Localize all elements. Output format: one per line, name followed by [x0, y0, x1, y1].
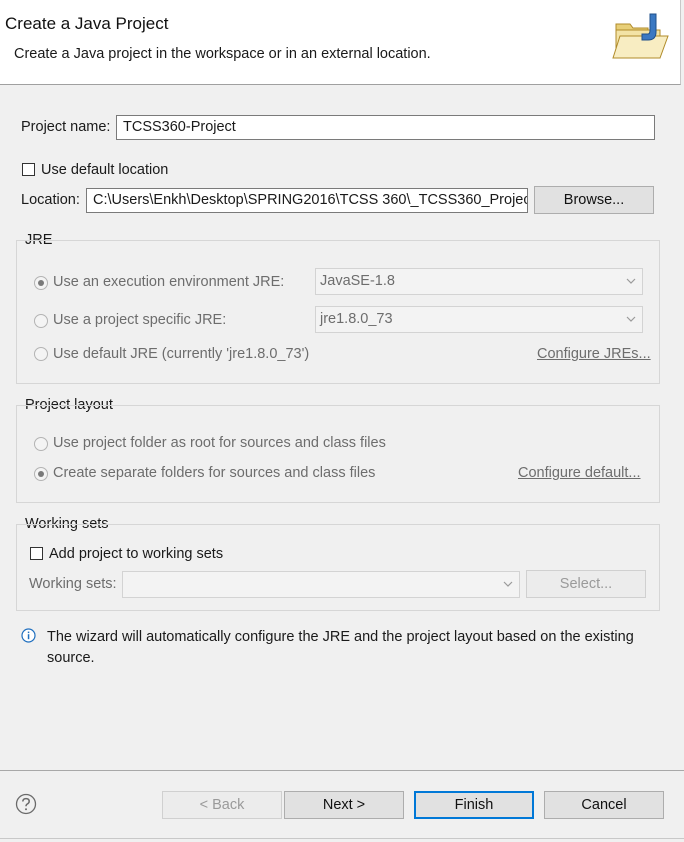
- jre-default-radio[interactable]: [34, 347, 48, 361]
- info-icon: [21, 628, 36, 643]
- layout-separate-label: Create separate folders for sources and …: [53, 465, 376, 481]
- back-button[interactable]: < Back: [162, 791, 282, 819]
- location-label: Location:: [21, 192, 80, 208]
- wizard-title: Create a Java Project: [5, 14, 169, 33]
- bottom-border: [0, 838, 684, 839]
- jre-specific-value: jre1.8.0_73: [320, 311, 393, 327]
- wizard-banner: [0, 0, 681, 85]
- help-icon[interactable]: [15, 793, 37, 815]
- java-project-wizard-icon: [610, 12, 670, 64]
- info-text-line2: source.: [47, 650, 95, 666]
- layout-root-radio[interactable]: [34, 437, 48, 451]
- jre-env-combo[interactable]: JavaSE-1.8: [315, 268, 643, 295]
- project-name-label: Project name:: [21, 119, 111, 135]
- info-text-line1: The wizard will automatically configure …: [47, 629, 634, 645]
- use-default-location-checkbox[interactable]: [22, 163, 35, 176]
- chevron-down-icon: [626, 316, 636, 322]
- cancel-button[interactable]: Cancel: [544, 791, 664, 819]
- jre-specific-label: Use a project specific JRE:: [53, 312, 227, 328]
- footer-separator: [0, 770, 684, 771]
- layout-separate-radio[interactable]: [34, 467, 48, 481]
- project-name-input[interactable]: TCSS360-Project: [116, 115, 655, 140]
- working-sets-combo[interactable]: [122, 571, 520, 598]
- jre-specific-combo[interactable]: jre1.8.0_73: [315, 306, 643, 333]
- chevron-down-icon: [503, 581, 513, 587]
- add-to-working-sets-label: Add project to working sets: [49, 546, 224, 562]
- add-to-working-sets-checkbox[interactable]: [30, 547, 43, 560]
- browse-button[interactable]: Browse...: [534, 186, 654, 214]
- configure-jres-link[interactable]: Configure JREs...: [537, 346, 651, 362]
- configure-default-link[interactable]: Configure default...: [518, 465, 641, 481]
- location-input[interactable]: C:\Users\Enkh\Desktop\SPRING2016\TCSS 36…: [86, 188, 528, 213]
- layout-root-label: Use project folder as root for sources a…: [53, 435, 386, 451]
- jre-specific-radio[interactable]: [34, 314, 48, 328]
- chevron-down-icon: [626, 278, 636, 284]
- use-default-location-label: Use default location: [41, 162, 169, 178]
- finish-button[interactable]: Finish: [414, 791, 534, 819]
- project-layout-group: [16, 405, 660, 503]
- jre-env-value: JavaSE-1.8: [320, 273, 395, 289]
- jre-env-label: Use an execution environment JRE:: [53, 274, 285, 290]
- select-working-sets-button[interactable]: Select...: [526, 570, 646, 598]
- wizard-description: Create a Java project in the workspace o…: [14, 46, 431, 62]
- working-sets-combo-label: Working sets:: [29, 576, 117, 592]
- next-button[interactable]: Next >: [284, 791, 404, 819]
- jre-env-radio[interactable]: [34, 276, 48, 290]
- jre-default-label: Use default JRE (currently 'jre1.8.0_73'…: [53, 346, 310, 362]
